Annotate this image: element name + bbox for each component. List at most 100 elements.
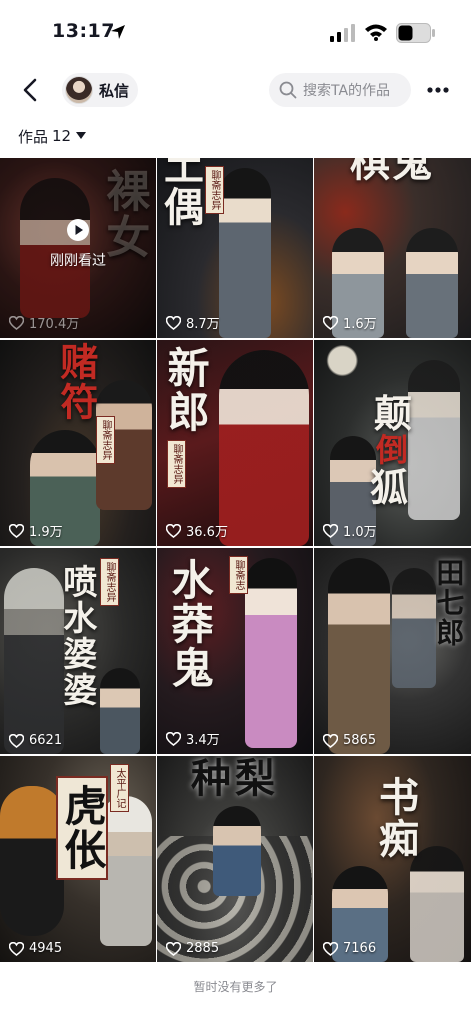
heart-icon [323,733,338,748]
works-sort-dropdown[interactable]: 作品 12 [18,124,87,148]
like-count: 5865 [323,733,376,748]
video-title: 喷水婆婆 [56,564,97,708]
like-count: 1.9万 [9,521,63,540]
heart-icon [166,941,181,956]
heart-icon [9,315,24,330]
works-label: 作品 [18,127,49,146]
character-figure [328,558,390,754]
title-seal: 聊斋志异 [100,558,119,606]
heart-icon [323,941,338,956]
heart-icon [323,523,338,538]
more-dots-icon [427,87,449,93]
character-figure [100,668,140,754]
heart-icon [323,315,338,330]
like-count: 170.4万 [9,313,79,332]
direct-message-button[interactable]: 私信 [62,73,138,107]
like-count-value: 3.4万 [186,733,220,748]
search-placeholder: 搜索TA的作品 [303,83,391,99]
video-title: 书痴 [372,776,419,860]
just-watched-overlay: 刚刚看过 [0,158,156,338]
like-count: 6621 [9,733,62,748]
video-title: 棋鬼 [350,158,434,186]
video-tile[interactable]: 棋鬼 1.6万 [314,158,471,338]
video-tile[interactable]: 田七郎 5865 [314,548,471,754]
character-figure [245,558,297,748]
heart-icon [166,315,181,330]
like-count: 8.7万 [166,313,220,332]
like-count: 4945 [9,941,62,956]
search-icon [279,81,297,99]
like-count: 36.6万 [166,521,228,540]
top-nav-bar: 私信 搜索TA的作品 [0,64,471,118]
search-works-input[interactable]: 搜索TA的作品 [269,73,411,107]
status-bar: 13:17 [0,0,471,64]
heart-icon [166,731,181,746]
video-tile[interactable]: 水莽鬼 聊斋志 3.4万 [157,548,313,754]
video-title: 虎伥 [56,776,109,880]
video-tile[interactable]: 裸女 刚刚看过 170.4万 [0,158,156,338]
video-tile[interactable]: 新郎 聊斋志异 36.6万 [157,340,313,546]
play-icon [67,219,89,241]
video-title: 田七郎 [432,558,466,648]
caret-down-icon [76,132,87,139]
like-count-value: 2885 [186,941,220,956]
clock: 13:17 [52,20,115,42]
character-figure [213,806,261,896]
back-button[interactable] [16,76,44,104]
character-figure [219,168,271,338]
title-seal: 聊斋志异 [167,440,186,488]
video-title: 狐 [370,465,409,510]
like-count-value: 5865 [343,733,377,748]
character-figure [408,360,460,520]
works-count: 12 [52,127,72,145]
like-count-value: 4945 [29,941,63,956]
like-count-value: 8.7万 [186,317,220,332]
like-count: 7166 [323,941,376,956]
video-title: 水莽鬼 [165,558,215,690]
like-count-value: 1.6万 [343,317,377,332]
cellular-signal-icon [330,24,355,42]
like-count: 3.4万 [166,729,220,748]
character-figure [4,568,64,754]
battery-icon [396,23,435,43]
video-tile[interactable]: 赌符 聊斋志异 1.9万 [0,340,156,546]
video-tile[interactable]: 种梨 2885 [157,756,313,962]
tiger-figure [0,786,64,936]
like-count-value: 1.9万 [29,525,63,540]
heart-icon [166,523,181,538]
just-watched-label: 刚刚看过 [50,253,106,269]
video-tile[interactable]: 书痴 7166 [314,756,471,962]
like-count: 2885 [166,941,219,956]
heart-icon [9,941,24,956]
video-tile[interactable]: 喷水婆婆 聊斋志异 6621 [0,548,156,754]
video-title: 倒 [376,431,409,469]
video-title: 赌符 [53,342,99,422]
like-count-value: 1.0万 [343,525,377,540]
video-title: 种梨 [191,756,279,802]
like-count-value: 170.4万 [29,317,80,332]
wifi-icon [365,24,387,41]
video-tile[interactable]: 颠 倒 狐 1.0万 [314,340,471,546]
video-title: 新郎 [161,346,211,434]
title-seal: 太平广记 [110,764,129,812]
title-seal: 聊斋志 [229,556,248,594]
chevron-left-icon [23,78,37,102]
video-tile[interactable]: 虎伥 太平广记 4945 [0,756,156,962]
character-figure [219,350,309,546]
like-count-value: 36.6万 [186,525,228,540]
character-figure [406,228,458,338]
location-arrow-icon [111,25,125,39]
character-figure [410,846,464,962]
video-title: 颠 [374,391,413,436]
video-tile[interactable]: 土偶 聊斋志异 8.7万 [157,158,313,338]
works-grid: 裸女 刚刚看过 170.4万 土偶 聊斋志异 8.7万 棋鬼 1.6万 赌符 聊… [0,158,471,964]
direct-message-label: 私信 [99,81,130,100]
more-options-button[interactable] [424,76,452,104]
avatar [65,76,93,104]
heart-icon [9,733,24,748]
title-seal: 聊斋志异 [205,166,224,214]
like-count: 1.0万 [323,521,377,540]
end-of-list-message: 暂时没有更多了 [193,980,278,994]
like-count-value: 6621 [29,733,63,748]
video-title: 土偶 [157,158,204,228]
